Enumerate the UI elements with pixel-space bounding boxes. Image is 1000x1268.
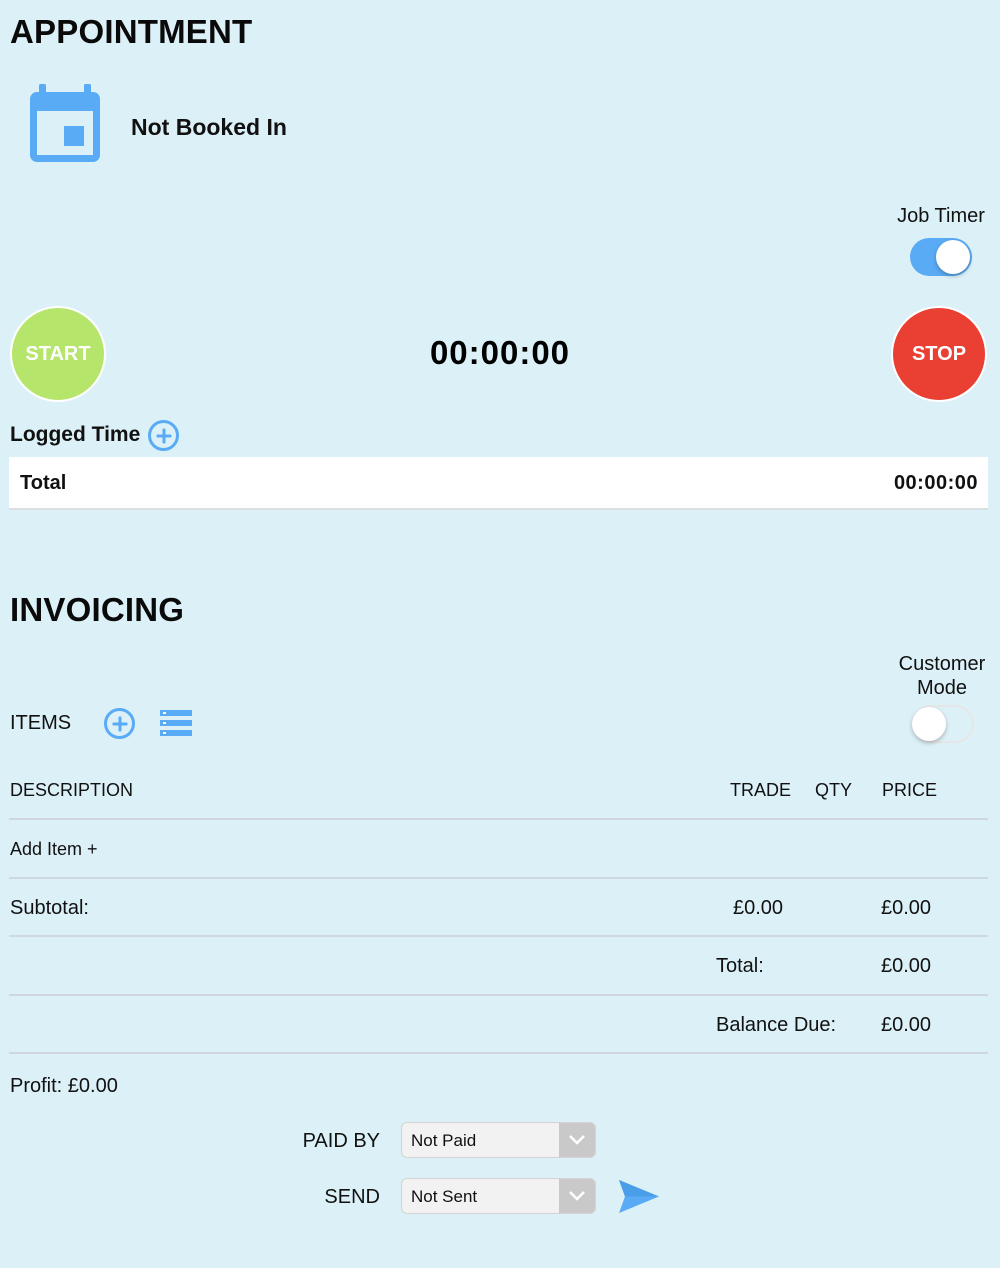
balance-due-label: Balance Due: bbox=[716, 1014, 837, 1036]
divider bbox=[9, 818, 988, 820]
paid-by-select[interactable]: Not Paid bbox=[401, 1122, 596, 1158]
chevron-down-icon bbox=[559, 1179, 595, 1213]
column-trade: TRADE bbox=[730, 780, 792, 800]
calendar-icon[interactable] bbox=[28, 84, 102, 164]
logged-time-label: Logged Time bbox=[10, 423, 141, 446]
subtotal-label: Subtotal: bbox=[10, 897, 89, 919]
customer-mode-label: Customer Mode bbox=[885, 652, 999, 700]
list-icon[interactable] bbox=[160, 710, 192, 736]
items-label: ITEMS bbox=[10, 712, 72, 734]
send-select[interactable]: Not Sent bbox=[401, 1178, 596, 1214]
divider bbox=[9, 877, 988, 879]
logged-total-label: Total bbox=[20, 472, 67, 494]
customer-mode-toggle[interactable] bbox=[912, 705, 974, 743]
divider bbox=[9, 1052, 988, 1054]
balance-due-value: £0.00 bbox=[881, 1014, 932, 1036]
chevron-down-icon bbox=[559, 1123, 595, 1157]
send-value: Not Sent bbox=[411, 1187, 478, 1206]
add-logged-time-plus-icon[interactable] bbox=[148, 420, 179, 451]
timer-display: 00:00:00 bbox=[429, 334, 571, 371]
divider bbox=[9, 935, 988, 937]
logged-time-total-row: Total 00:00:00 bbox=[9, 457, 988, 510]
customer-mode-label-line1: Customer bbox=[898, 653, 986, 675]
logged-total-value: 00:00:00 bbox=[893, 472, 978, 494]
toggle-knob bbox=[936, 240, 970, 274]
paid-by-value: Not Paid bbox=[411, 1131, 477, 1150]
appointment-title: APPOINTMENT bbox=[10, 13, 253, 50]
customer-mode-label-line2: Mode bbox=[916, 677, 968, 699]
column-description: DESCRIPTION bbox=[10, 780, 134, 800]
profit-text: Profit: £0.00 bbox=[10, 1075, 118, 1097]
column-price: PRICE bbox=[882, 780, 938, 800]
job-detail-page: APPOINTMENT Not Booked In Job Timer STAR… bbox=[0, 0, 1000, 1268]
invoice-total-label: Total: bbox=[716, 955, 764, 977]
subtotal-trade-value: £0.00 bbox=[733, 897, 784, 919]
column-qty: QTY bbox=[815, 780, 853, 800]
subtotal-price-value: £0.00 bbox=[881, 897, 932, 919]
invoicing-title: INVOICING bbox=[10, 591, 185, 628]
stop-button[interactable]: STOP bbox=[891, 306, 987, 402]
invoice-total-value: £0.00 bbox=[881, 955, 932, 977]
add-item-link[interactable]: Add Item + bbox=[10, 839, 98, 860]
toggle-knob bbox=[912, 707, 946, 741]
job-timer-toggle[interactable] bbox=[910, 238, 972, 276]
send-icon[interactable] bbox=[617, 1180, 659, 1213]
add-item-plus-icon[interactable] bbox=[104, 708, 135, 739]
paid-by-label: PAID BY bbox=[302, 1130, 380, 1152]
divider bbox=[9, 994, 988, 996]
send-label: SEND bbox=[324, 1186, 380, 1208]
job-timer-label: Job Timer bbox=[897, 205, 985, 227]
booking-status[interactable]: Not Booked In bbox=[131, 114, 287, 141]
